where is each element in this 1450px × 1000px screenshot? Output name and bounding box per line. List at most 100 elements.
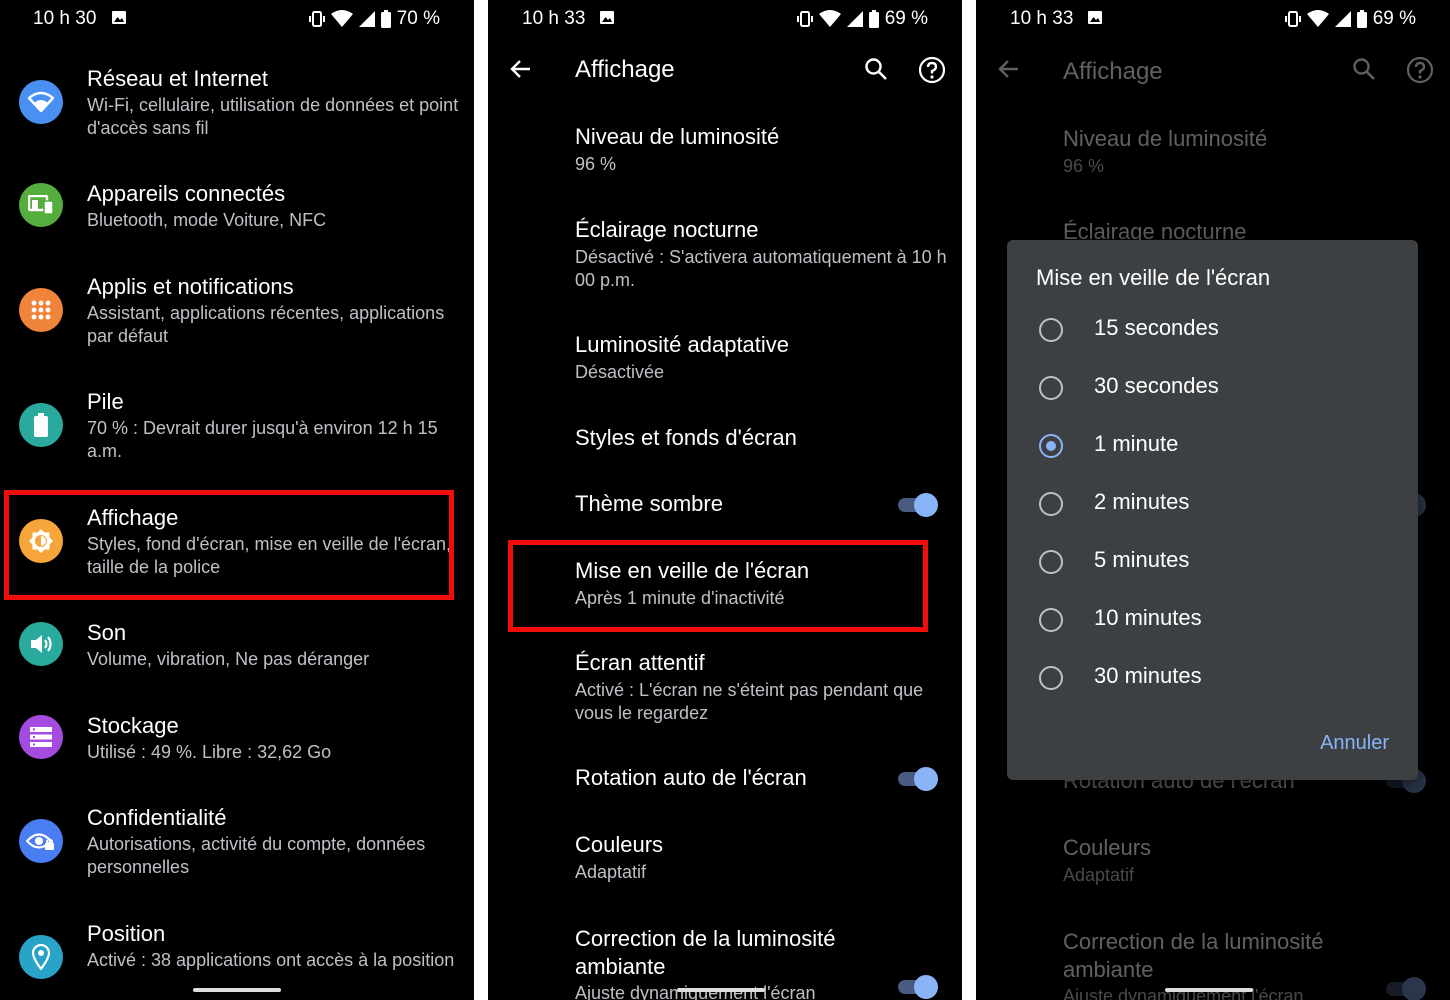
settings-item-privacy[interactable]: Confidentialité Autorisations, activité … [0, 799, 474, 899]
dark-theme-toggle[interactable] [898, 492, 938, 518]
item-subtitle: Assistant, applications récentes, applic… [87, 303, 445, 346]
option-2-minutes[interactable]: 2 minutes [1037, 489, 1407, 519]
item-title: Correction de la luminosité ambiante [1063, 929, 1324, 982]
volume-icon [19, 622, 63, 666]
item-subtitle: Volume, vibration, Ne pas déranger [87, 649, 370, 669]
item-title: Couleurs [1063, 835, 1152, 860]
radio-button[interactable] [1039, 492, 1063, 516]
cell-signal-icon [1334, 11, 1351, 27]
item-title: Stockage [87, 713, 179, 738]
search-icon [1353, 58, 1375, 80]
item-subtitle: 96 % [1063, 156, 1105, 176]
item-title: Appareils connectés [87, 181, 286, 206]
settings-screen: 10 h 30 70 % Réseau et Internet Wi-Fi, c… [0, 0, 474, 1000]
item-title: Correction de la luminosité ambiante [575, 926, 836, 979]
radio-button[interactable] [1039, 666, 1063, 690]
location-icon [19, 935, 63, 979]
settings-item-network[interactable]: Réseau et Internet Wi-Fi, cellulaire, ut… [0, 60, 474, 160]
gesture-nav-bar[interactable] [677, 988, 765, 992]
app-bar: Affichage [976, 40, 1450, 100]
settings-item-connected-devices[interactable]: Appareils connectés Bluetooth, mode Voit… [0, 175, 474, 245]
item-title: Thème sombre [575, 491, 723, 516]
settings-item-apps[interactable]: Applis et notifications Assistant, appli… [0, 268, 474, 368]
item-subtitle: Utilisé : 49 %. Libre : 32,62 Go [87, 742, 332, 762]
item-title: Applis et notifications [87, 274, 294, 299]
item-title: Éclairage nocturne [575, 217, 759, 242]
radio-button[interactable] [1039, 318, 1063, 342]
status-time: 10 h 30 [33, 8, 97, 29]
item-subtitle: Autorisations, activité du compte, donné… [87, 834, 426, 877]
search-icon[interactable] [864, 57, 888, 81]
status-time: 10 h 33 [1010, 8, 1074, 29]
option-30-minutes[interactable]: 30 minutes [1037, 663, 1407, 693]
item-title: Son [87, 620, 127, 645]
item-title: Rotation auto de l'écran [575, 765, 807, 790]
status-battery: 69 % [884, 8, 928, 29]
highlight-box [508, 540, 928, 632]
option-10-minutes[interactable]: 10 minutes [1037, 605, 1407, 635]
timeout-dialog-screen: 10 h 33 69 % Affichage Niveau de luminos… [976, 0, 1450, 1000]
status-bar: 10 h 33 69 % [976, 0, 1450, 36]
back-arrow-icon [998, 60, 1018, 78]
status-bar: 10 h 30 70 % [0, 0, 474, 36]
option-label: 10 minutes [1094, 605, 1202, 630]
battery-status-icon [1356, 10, 1367, 28]
ambient-brightness-toggle [1386, 976, 1426, 1000]
item-title: Niveau de luminosité [575, 124, 780, 149]
item-subtitle: Wi-Fi, cellulaire, utilisation de donnée… [87, 95, 459, 138]
radio-button[interactable] [1039, 550, 1063, 574]
item-subtitle: Bluetooth, mode Voiture, NFC [87, 210, 327, 230]
settings-item-storage[interactable]: Stockage Utilisé : 49 %. Libre : 32,62 G… [0, 707, 474, 777]
auto-rotate-toggle[interactable] [898, 766, 938, 792]
option-label: 30 minutes [1094, 663, 1202, 688]
option-5-minutes[interactable]: 5 minutes [1037, 547, 1407, 577]
wifi-icon [19, 80, 63, 124]
item-title: Confidentialité [87, 805, 227, 830]
image-notification-icon [600, 11, 614, 24]
item-title: Niveau de luminosité [1063, 126, 1268, 151]
item-title: Couleurs [575, 832, 664, 857]
gesture-nav-bar[interactable] [1165, 988, 1253, 992]
highlight-box [4, 490, 454, 600]
back-arrow-icon[interactable] [510, 58, 532, 80]
item-title: Écran attentif [575, 650, 705, 675]
image-notification-icon [1088, 11, 1102, 24]
option-label: 30 secondes [1094, 373, 1219, 398]
page-title: Affichage [1063, 58, 1163, 85]
settings-item-sound[interactable]: Son Volume, vibration, Ne pas déranger [0, 614, 474, 684]
help-icon[interactable] [918, 56, 946, 84]
privacy-icon [19, 819, 63, 863]
option-30-seconds[interactable]: 30 secondes [1037, 373, 1407, 403]
battery-icon [19, 403, 63, 447]
status-battery: 69 % [1372, 8, 1416, 29]
item-subtitle: 96 % [575, 154, 617, 174]
cancel-button[interactable]: Annuler [1320, 732, 1389, 755]
app-bar: Affichage [488, 40, 962, 100]
item-subtitle: Désactivé : S'activera automatiquement à… [575, 247, 947, 290]
option-15-seconds[interactable]: 15 secondes [1037, 315, 1407, 345]
screen-timeout-dialog: Mise en veille de l'écran 15 secondes 30… [1007, 240, 1418, 780]
item-subtitle: Adaptatif [575, 862, 647, 882]
page-title: Affichage [575, 56, 675, 83]
storage-icon [19, 715, 63, 759]
item-subtitle: Activé : 38 applications ont accès à la … [87, 950, 455, 970]
image-notification-icon [112, 11, 126, 24]
radio-button-selected[interactable] [1039, 434, 1063, 458]
item-title: Styles et fonds d'écran [575, 425, 797, 450]
item-title: Réseau et Internet [87, 66, 269, 91]
gesture-nav-bar[interactable] [193, 988, 281, 992]
option-label: 1 minute [1094, 431, 1179, 456]
devices-icon [19, 183, 63, 227]
wifi-status-icon [330, 10, 353, 27]
ambient-brightness-toggle[interactable] [898, 974, 938, 1000]
settings-item-battery[interactable]: Pile 70 % : Devrait durer jusqu'à enviro… [0, 383, 474, 483]
item-subtitle: Désactivée [575, 362, 665, 382]
radio-button[interactable] [1039, 608, 1063, 632]
radio-button[interactable] [1039, 376, 1063, 400]
option-1-minute[interactable]: 1 minute [1037, 431, 1407, 461]
vibrate-icon [796, 11, 813, 27]
wifi-status-icon [818, 10, 841, 27]
display-settings-screen: 10 h 33 69 % Affichage Niveau de luminos… [488, 0, 962, 1000]
help-icon [1406, 56, 1434, 84]
dialog-title: Mise en veille de l'écran [1036, 265, 1271, 290]
